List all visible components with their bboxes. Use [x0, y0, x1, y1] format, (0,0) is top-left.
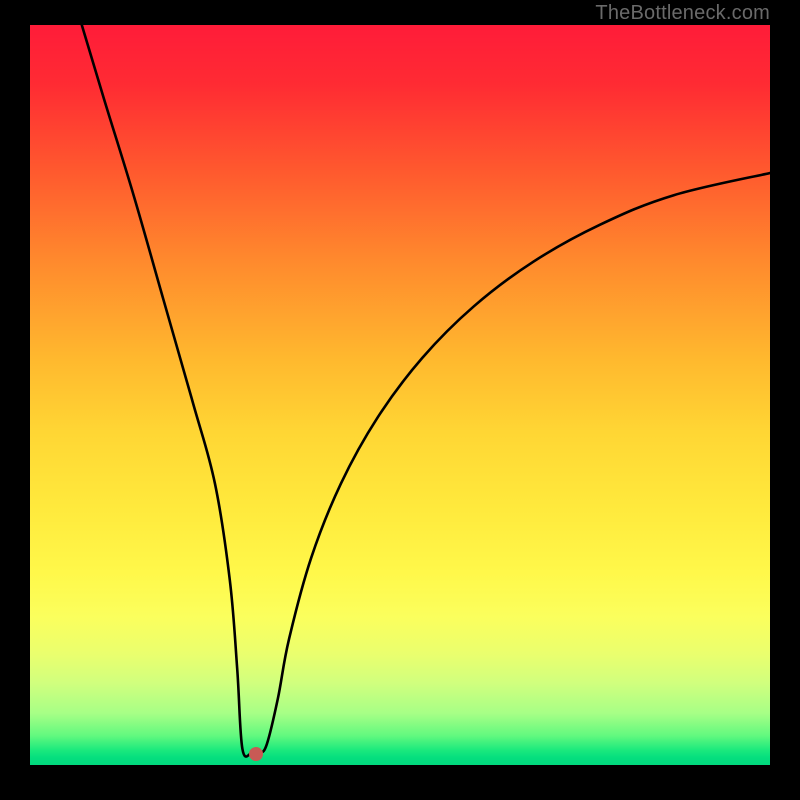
optimal-point-marker — [249, 747, 263, 761]
plot-area — [30, 25, 770, 765]
chart-frame: TheBottleneck.com — [0, 0, 800, 800]
bottleneck-curve — [82, 25, 770, 757]
curve-layer — [30, 25, 770, 765]
watermark-text: TheBottleneck.com — [595, 2, 770, 25]
